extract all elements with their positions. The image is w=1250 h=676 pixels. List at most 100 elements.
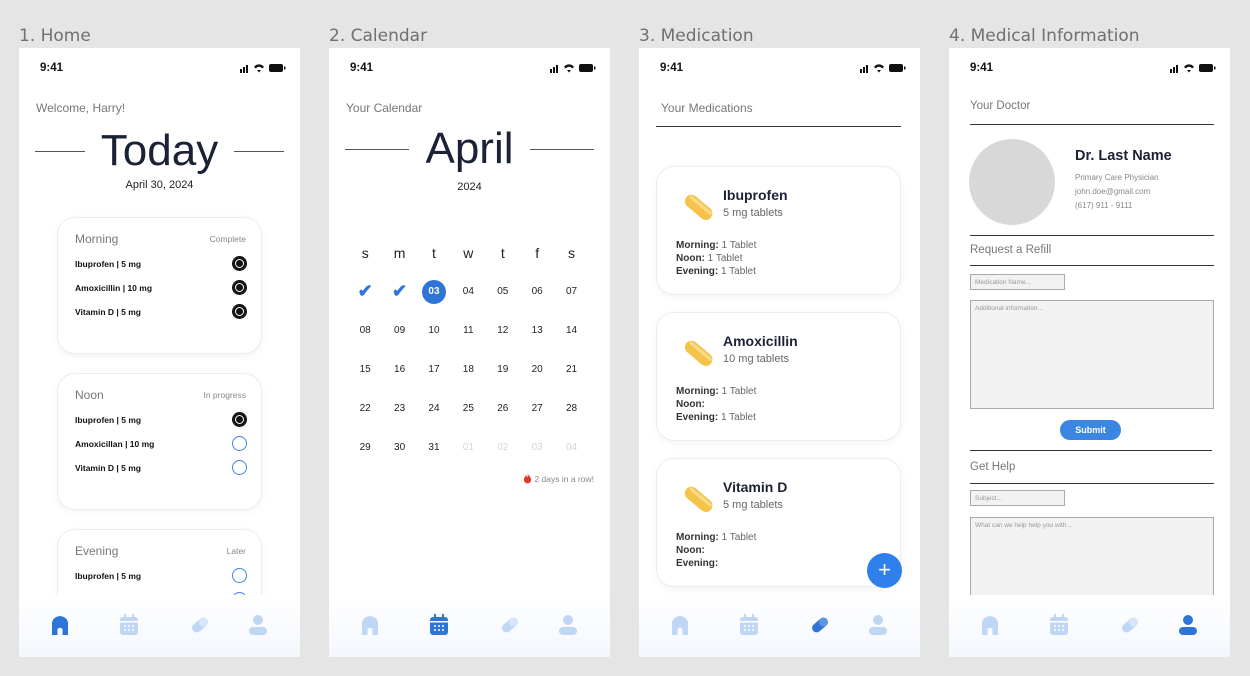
taken-checkbox[interactable] [232,280,247,295]
tab-medication[interactable] [1120,614,1140,636]
day-cell[interactable]: 13 [520,325,554,336]
medication-name-input[interactable]: Medication Name... [970,274,1065,290]
day-check-icon[interactable]: ✔ [348,281,382,302]
dose-row: Morning: 1 Tablet [676,386,756,398]
day-cell[interactable]: 11 [451,325,485,336]
signal-wifi-battery-icon [1170,64,1216,73]
med-row[interactable]: Vitamin D | 5 mg [75,460,247,476]
tab-home[interactable] [360,614,380,636]
tab-home[interactable] [50,614,70,636]
calendar-icon [1050,614,1068,635]
day-cell[interactable]: 21 [554,364,588,375]
tab-calendar[interactable] [739,614,759,636]
day-cell-today[interactable]: 03 [417,279,451,304]
med-row[interactable]: Ibuprofen | 5 mg [75,256,247,272]
med-row[interactable]: Amoxicillin | 10 mg [75,280,247,296]
day-cell[interactable]: 31 [417,442,451,453]
medication-card[interactable]: Vitamin D 5 mg tablets Morning: 1 Tablet… [656,458,901,587]
day-cell[interactable]: 23 [382,403,416,414]
calendar-label: Your Calendar [346,101,423,115]
taken-checkbox[interactable] [232,436,247,451]
medication-card[interactable]: Amoxicillin 10 mg tablets Morning: 1 Tab… [656,312,901,441]
weekday-label: f [535,245,540,261]
day-cell[interactable]: 24 [417,403,451,414]
day-cell-next-month[interactable]: 01 [451,442,485,453]
day-cell[interactable]: 20 [520,364,554,375]
day-cell-next-month[interactable]: 04 [554,442,588,453]
med-row[interactable]: Ibuprofen | 5 mg [75,412,247,428]
day-cell[interactable]: 08 [348,325,382,336]
day-cell[interactable]: 26 [486,403,520,414]
day-cell[interactable]: 29 [348,442,382,453]
taken-checkbox[interactable] [232,412,247,427]
tab-medication[interactable] [190,614,210,636]
morning-card[interactable]: Morning Complete Ibuprofen | 5 mg Amoxic… [57,217,262,354]
day-cell[interactable]: 19 [486,364,520,375]
taken-checkbox[interactable] [232,568,247,583]
medication-card[interactable]: Ibuprofen 5 mg tablets Morning: 1 Tablet… [656,166,901,295]
day-cell[interactable]: 09 [382,325,416,336]
dose-label: Morning: [676,532,719,543]
day-cell[interactable]: 25 [451,403,485,414]
day-cell[interactable]: 04 [451,286,485,297]
tab-calendar[interactable] [429,614,449,636]
doctor-name: Dr. Last Name [1075,148,1172,164]
day-cell[interactable]: 06 [520,286,554,297]
day-cell-next-month[interactable]: 03 [520,442,554,453]
day-cell[interactable]: 10 [417,325,451,336]
calendar-icon [740,614,758,635]
help-textarea[interactable]: What can we help help you with... [970,517,1214,607]
submit-button[interactable]: Submit [1060,420,1121,440]
divider [529,148,594,150]
calendar-week: 08 09 10 11 12 13 14 [348,311,589,350]
day-cell-next-month[interactable]: 02 [486,442,520,453]
tab-calendar[interactable] [1049,614,1069,636]
doctor-phone[interactable]: (617) 911 - 9111 [1075,201,1132,210]
day-cell[interactable]: 27 [520,403,554,414]
day-cell[interactable]: 22 [348,403,382,414]
medication-name: Ibuprofen [723,187,788,203]
subject-input[interactable]: Subject... [970,490,1065,506]
help-section-title: Get Help [970,461,1016,473]
day-cell[interactable]: 05 [486,286,520,297]
day-cell[interactable]: 18 [451,364,485,375]
med-row[interactable]: Amoxicillan | 10 mg [75,436,247,452]
med-row[interactable]: Vitamin D | 5 mg [75,304,247,320]
med-row[interactable]: Ibuprofen | 5 mg [75,568,247,584]
day-cell[interactable]: 17 [417,364,451,375]
day-cell[interactable]: 28 [554,403,588,414]
dose-label: Noon: [676,399,705,410]
tab-medication[interactable] [500,614,520,636]
tab-home[interactable] [670,614,690,636]
calendar-week: 22 23 24 25 26 27 28 [348,389,589,428]
tab-calendar[interactable] [119,614,139,636]
taken-checkbox[interactable] [232,460,247,475]
doctor-email[interactable]: john.doe@gmail.com [1075,187,1150,196]
day-cell[interactable]: 15 [348,364,382,375]
dose-row: Noon: [676,545,705,557]
tab-profile[interactable] [248,614,268,636]
day-cell[interactable]: 14 [554,325,588,336]
taken-checkbox[interactable] [232,304,247,319]
add-medication-button[interactable]: + [867,553,902,588]
day-cell[interactable]: 12 [486,325,520,336]
tab-profile[interactable] [558,614,578,636]
taken-checkbox[interactable] [232,256,247,271]
day-cell[interactable]: 30 [382,442,416,453]
tab-medication[interactable] [810,614,830,636]
tab-profile[interactable] [1178,614,1198,636]
pill-icon [684,340,713,366]
day-cell[interactable]: 16 [382,364,416,375]
med-row-label: Amoxicillin | 10 mg [75,283,153,293]
divider [970,124,1214,125]
tab-profile[interactable] [868,614,888,636]
additional-info-textarea[interactable]: Additional information... [970,300,1214,409]
divider [970,450,1212,451]
noon-card[interactable]: Noon In progress Ibuprofen | 5 mg Amoxic… [57,373,262,510]
day-check-icon[interactable]: ✔ [382,281,416,302]
tab-home[interactable] [980,614,1000,636]
dose-label: Evening: [676,266,719,277]
dose-label: Evening: [676,558,719,569]
day-cell[interactable]: 07 [554,286,588,297]
med-row-label: Vitamin D | 5 mg [75,463,141,473]
